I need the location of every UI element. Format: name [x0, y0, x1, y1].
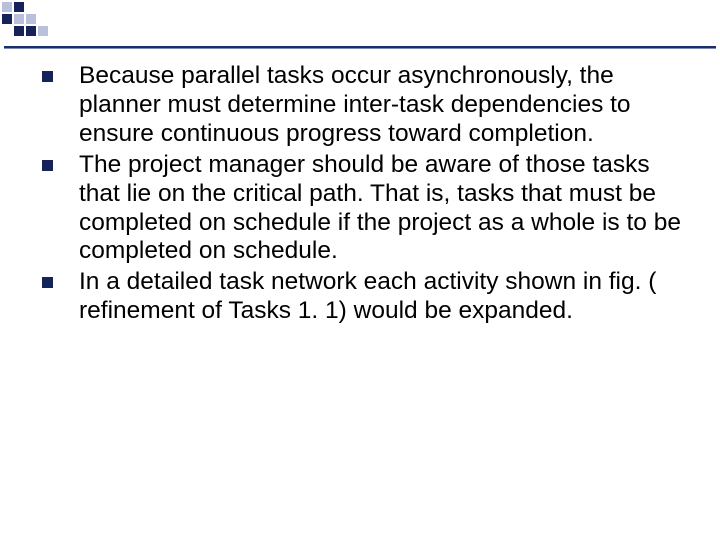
list-item: The project manager should be aware of t… [78, 151, 690, 267]
list-item-text: The project manager should be aware of t… [79, 151, 690, 267]
bullet-icon [42, 160, 53, 171]
deco-square [14, 2, 24, 12]
deco-square [2, 2, 12, 12]
horizontal-rule [4, 46, 716, 49]
bullet-icon [42, 277, 53, 288]
slide: Because parallel tasks occur asynchronou… [0, 0, 720, 540]
deco-square [38, 26, 48, 36]
deco-square [2, 14, 12, 24]
list-item: In a detailed task network each activity… [78, 268, 690, 326]
list-item-text: Because parallel tasks occur asynchronou… [79, 62, 690, 149]
deco-square [14, 26, 24, 36]
deco-square [26, 14, 36, 24]
deco-square [26, 26, 36, 36]
slide-body: Because parallel tasks occur asynchronou… [78, 62, 690, 328]
corner-decoration [2, 2, 62, 46]
list-item-text: In a detailed task network each activity… [79, 268, 690, 326]
list-item: Because parallel tasks occur asynchronou… [78, 62, 690, 149]
deco-square [14, 14, 24, 24]
bullet-icon [42, 71, 53, 82]
